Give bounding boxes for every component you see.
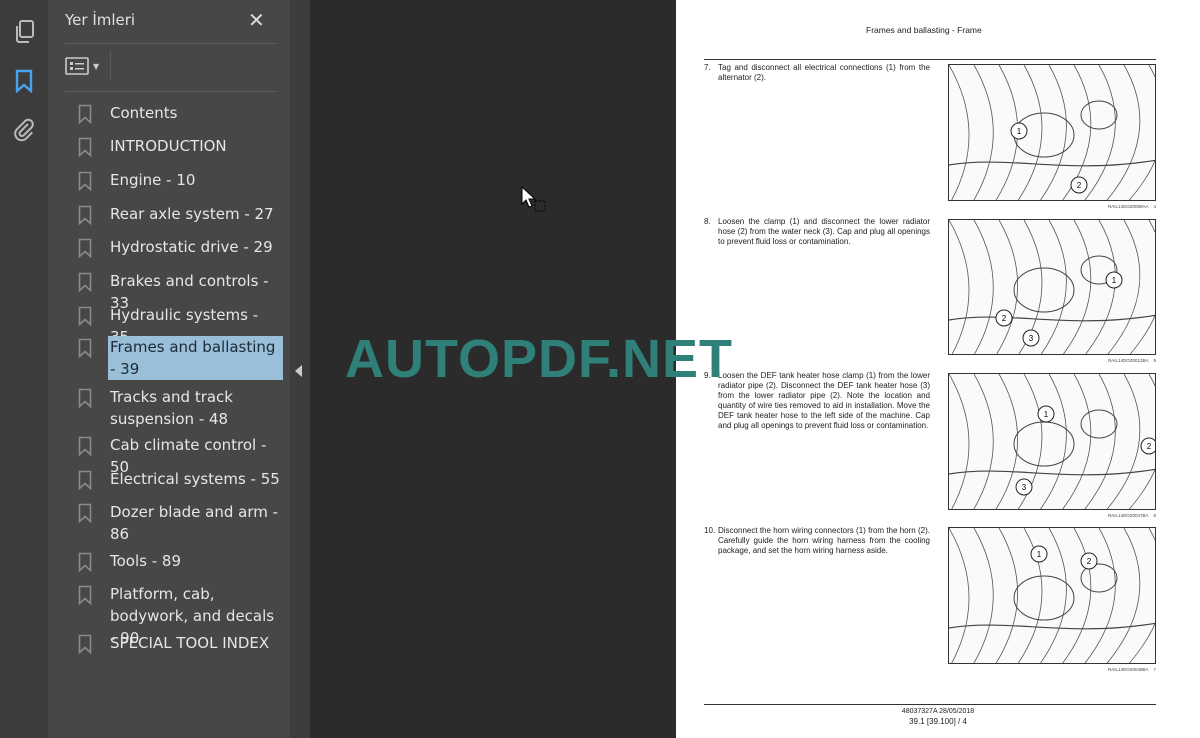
bookmarks-button[interactable] xyxy=(10,67,38,95)
bookmark-label: Tracks and track suspension - 48 xyxy=(110,388,233,428)
svg-text:1: 1 xyxy=(1037,550,1042,559)
svg-text:1: 1 xyxy=(1112,276,1117,285)
bookmark-label: Hydrostatic drive - 29 xyxy=(110,238,273,256)
bookmark-icon xyxy=(78,386,108,430)
bookmark-label: Electrical systems - 55 xyxy=(110,470,280,488)
figure-number: 6 xyxy=(1153,513,1156,518)
divider xyxy=(65,43,276,44)
bookmark-item[interactable]: INTRODUCTION xyxy=(78,135,283,163)
header-rule xyxy=(704,59,1156,60)
figure-image: 12 xyxy=(948,527,1156,664)
figure-number: 4 xyxy=(1153,204,1156,209)
bookmark-item[interactable]: Tools - 89 xyxy=(78,550,283,578)
bookmark-item[interactable]: Tracks and track suspension - 48 xyxy=(78,386,283,430)
bookmark-icon xyxy=(78,135,108,163)
svg-text:2: 2 xyxy=(1077,181,1082,190)
svg-text:3: 3 xyxy=(1022,483,1027,492)
bookmark-item[interactable]: Electrical systems - 55 xyxy=(78,468,283,496)
instruction-step: 8. Loosen the clamp (1) and disconnect th… xyxy=(704,217,930,247)
list-options-icon xyxy=(65,57,89,75)
bookmark-item[interactable]: Rear axle system - 27 xyxy=(78,203,283,231)
svg-text:2: 2 xyxy=(1002,314,1007,323)
svg-text:1: 1 xyxy=(1044,410,1049,419)
figure-id: RAIL14DOZ0048BA xyxy=(1107,667,1149,672)
step-text: Loosen the clamp (1) and disconnect the … xyxy=(718,217,930,246)
bookmark-item[interactable]: Dozer blade and arm - 86 xyxy=(78,501,283,545)
step-number: 7. xyxy=(704,63,711,72)
bookmark-icon xyxy=(78,468,108,496)
figure-id: RAIL14DOZ0089AA xyxy=(1107,204,1149,209)
close-icon[interactable]: ✕ xyxy=(248,8,265,32)
divider xyxy=(110,50,111,80)
pages-button[interactable] xyxy=(10,18,38,46)
bookmark-item[interactable]: Frames and ballasting - 39 xyxy=(78,336,283,380)
cursor-icon xyxy=(521,186,546,212)
svg-text:3: 3 xyxy=(1029,334,1034,343)
figure-caption: RAIL14DOZ0048BA 7 xyxy=(1076,667,1156,672)
figure-id: RAIL14DOZ0012BA xyxy=(1107,358,1149,363)
pages-icon xyxy=(16,20,34,43)
attachments-button[interactable] xyxy=(10,116,38,144)
bookmark-label: Dozer blade and arm - 86 xyxy=(110,503,279,543)
bookmarks-panel: Yer İmleri ✕ ▼ Contents INTRODUCTION Engin… xyxy=(48,0,290,738)
bookmark-icon xyxy=(78,236,108,264)
figure-id: RAIL14DOZ0047BA xyxy=(1107,513,1149,518)
bookmark-item[interactable]: Engine - 10 xyxy=(78,169,283,197)
instruction-step: 10. Disconnect the horn wiring connectors… xyxy=(704,526,930,556)
bookmark-icon xyxy=(78,102,108,130)
footer-rule xyxy=(704,704,1156,705)
chevron-down-icon: ▼ xyxy=(93,61,100,71)
bookmark-item[interactable]: Contents xyxy=(78,102,283,130)
left-toolbar xyxy=(0,0,48,738)
divider xyxy=(65,91,276,92)
bookmark-icon xyxy=(78,550,108,578)
watermark: AUTOPDF.NET xyxy=(345,329,734,389)
step-number: 10. xyxy=(704,526,716,535)
bookmark-icon xyxy=(78,169,108,197)
bookmark-icon xyxy=(15,69,33,93)
bookmark-icon xyxy=(78,632,108,660)
footer-page: 39.1 [39.100] / 4 xyxy=(909,717,967,726)
collapse-panel-button[interactable] xyxy=(295,365,302,377)
bookmark-item[interactable]: SPECIAL TOOL INDEX xyxy=(78,632,283,660)
svg-text:2: 2 xyxy=(1087,557,1092,566)
bookmark-options-button[interactable]: ▼ xyxy=(65,55,105,77)
page-header: Frames and ballasting - Frame xyxy=(866,25,982,35)
bookmark-label: Frames and ballasting - 39 xyxy=(108,336,283,380)
step-number: 8. xyxy=(704,217,711,226)
figure-image: 1 2 3 xyxy=(948,219,1156,355)
pdf-page: Frames and ballasting - Frame 7. Tag and … xyxy=(676,0,1200,738)
figure-image: 12 xyxy=(948,64,1156,201)
instruction-step: 9. Loosen the DEF tank heater hose clamp … xyxy=(704,371,930,431)
bookmark-label: Contents xyxy=(110,104,178,122)
bookmark-label: Tools - 89 xyxy=(110,552,181,570)
bookmark-label: INTRODUCTION xyxy=(110,137,227,155)
figure-caption: RAIL14DOZ0047BA 6 xyxy=(1076,513,1156,518)
step-text: Tag and disconnect all electrical connec… xyxy=(718,63,930,82)
figure-caption: RAIL14DOZ0012BA 5 xyxy=(1076,358,1156,363)
svg-text:1: 1 xyxy=(1017,127,1022,136)
panel-collapse-strip xyxy=(290,0,310,738)
bookmark-label: SPECIAL TOOL INDEX xyxy=(110,634,270,652)
figure-number: 5 xyxy=(1153,358,1156,363)
step-text: Disconnect the horn wiring connectors (1… xyxy=(718,526,930,555)
instruction-step: 7. Tag and disconnect all electrical conn… xyxy=(704,63,930,83)
figure-caption: RAIL14DOZ0089AA 4 xyxy=(1076,204,1156,209)
bookmark-label: Rear axle system - 27 xyxy=(110,205,274,223)
figure-image: 1 2 3 xyxy=(948,373,1156,510)
bookmark-icon xyxy=(78,336,108,380)
footer-doc: 48037327A 28/05/2018 xyxy=(901,708,975,715)
step-text: Loosen the DEF tank heater hose clamp (1… xyxy=(718,371,930,430)
figure-number: 7 xyxy=(1153,667,1156,672)
attachment-icon xyxy=(14,118,34,142)
panel-title: Yer İmleri xyxy=(65,11,136,29)
svg-text:2: 2 xyxy=(1147,442,1152,451)
bookmark-icon xyxy=(78,501,108,545)
bookmark-icon xyxy=(78,203,108,231)
bookmark-label: Engine - 10 xyxy=(110,171,196,189)
bookmark-item[interactable]: Hydrostatic drive - 29 xyxy=(78,236,283,264)
